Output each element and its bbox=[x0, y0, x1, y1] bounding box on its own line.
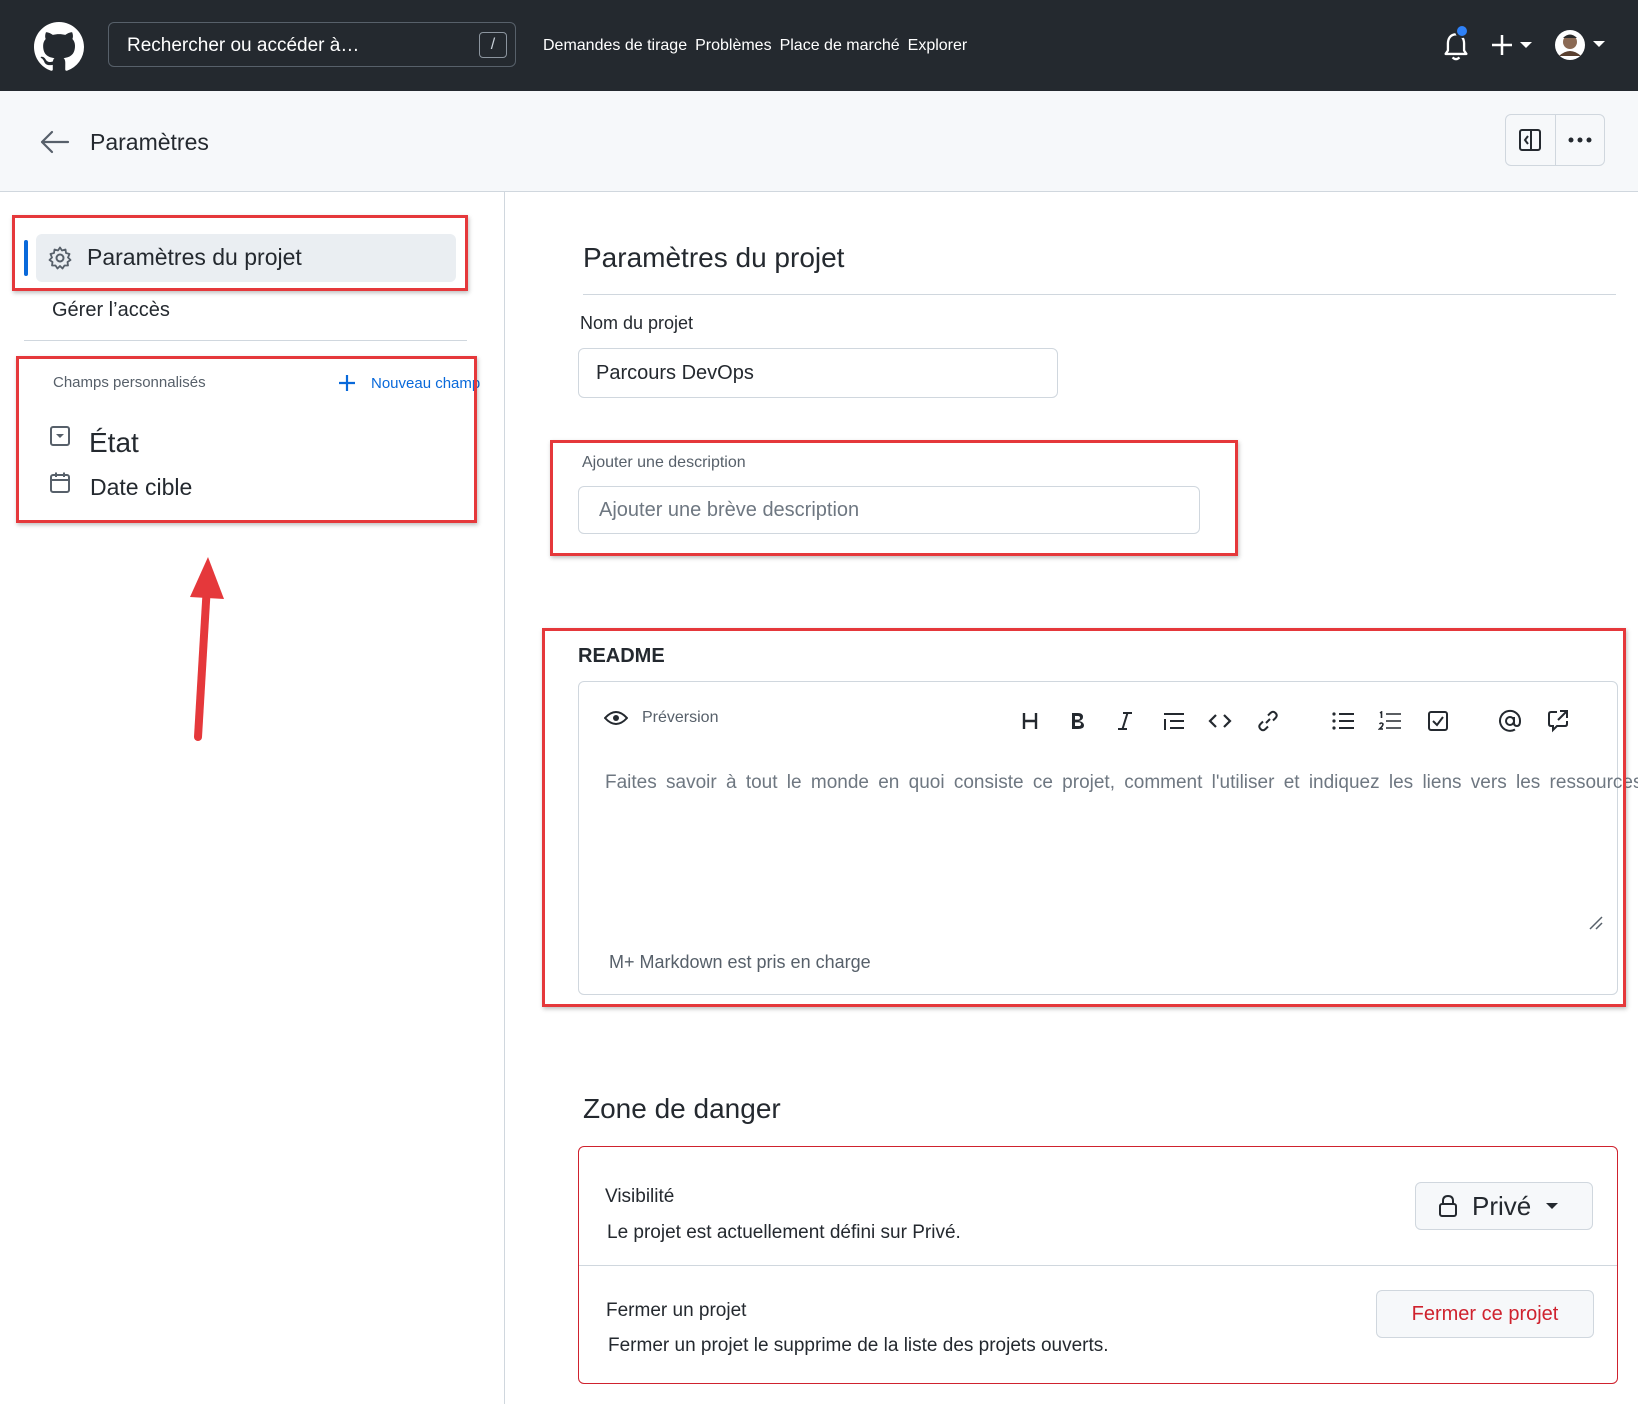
close-project-button[interactable]: Fermer ce projet bbox=[1376, 1290, 1594, 1338]
highlight-box bbox=[550, 440, 1238, 556]
project-name-input[interactable] bbox=[578, 348, 1058, 398]
notification-indicator bbox=[1455, 24, 1469, 38]
github-logo-icon[interactable] bbox=[34, 22, 84, 72]
annotation-arrow-icon bbox=[190, 557, 224, 741]
kebab-horizontal-icon bbox=[1568, 137, 1592, 143]
highlight-box bbox=[542, 628, 1626, 1007]
close-project-heading: Fermer un projet bbox=[606, 1300, 747, 1321]
search-shortcut-key: / bbox=[479, 32, 507, 58]
sidebar-collapse-icon bbox=[1519, 129, 1542, 151]
top-header: Rechercher ou accéder à… / Demandes de t… bbox=[0, 0, 1638, 91]
visibility-value: Privé bbox=[1472, 1190, 1532, 1221]
caret-down-icon bbox=[1546, 1203, 1559, 1209]
view-button-group bbox=[1505, 114, 1605, 166]
nav-marketplace[interactable]: Place de marché bbox=[780, 37, 900, 55]
project-name-label: Nom du projet bbox=[580, 313, 694, 333]
search-input[interactable]: Rechercher ou accéder à… / bbox=[108, 22, 516, 67]
section-divider bbox=[583, 294, 1616, 295]
sidebar-item-manage-access[interactable]: Gérer l’accès bbox=[52, 299, 170, 322]
user-avatar-menu-icon[interactable] bbox=[1553, 28, 1608, 62]
visibility-dropdown[interactable]: Privé bbox=[1415, 1182, 1593, 1230]
section-title: Paramètres du projet bbox=[583, 242, 845, 273]
sidebar-divider bbox=[24, 340, 467, 341]
page-title: Paramètres bbox=[90, 129, 209, 155]
nav-pull-requests[interactable]: Demandes de tirage bbox=[543, 37, 687, 55]
page-subheader: Paramètres bbox=[0, 91, 1638, 192]
nav-issues[interactable]: Problèmes bbox=[695, 37, 771, 55]
search-placeholder: Rechercher ou accéder à… bbox=[127, 35, 360, 56]
danger-zone-box: Visibilité Le projet est actuellement dé… bbox=[578, 1146, 1618, 1384]
danger-zone-divider bbox=[579, 1265, 1617, 1266]
toggle-sidebar-button[interactable] bbox=[1506, 115, 1555, 165]
more-options-button[interactable] bbox=[1554, 115, 1604, 165]
close-project-description: Fermer un projet le supprime de la liste… bbox=[608, 1335, 1109, 1356]
visibility-heading: Visibilité bbox=[605, 1186, 675, 1207]
highlight-box bbox=[12, 215, 468, 291]
create-new-dropdown-icon[interactable] bbox=[1490, 30, 1534, 60]
lock-icon bbox=[1439, 1194, 1457, 1217]
back-arrow-icon[interactable] bbox=[38, 127, 72, 157]
visibility-description: Le projet est actuellement défini sur Pr… bbox=[607, 1222, 961, 1243]
nav-explore[interactable]: Explorer bbox=[908, 37, 968, 55]
global-nav: Demandes de tirage Problèmes Place de ma… bbox=[543, 37, 967, 55]
danger-zone-title: Zone de danger bbox=[583, 1093, 781, 1124]
highlight-box bbox=[16, 356, 477, 523]
